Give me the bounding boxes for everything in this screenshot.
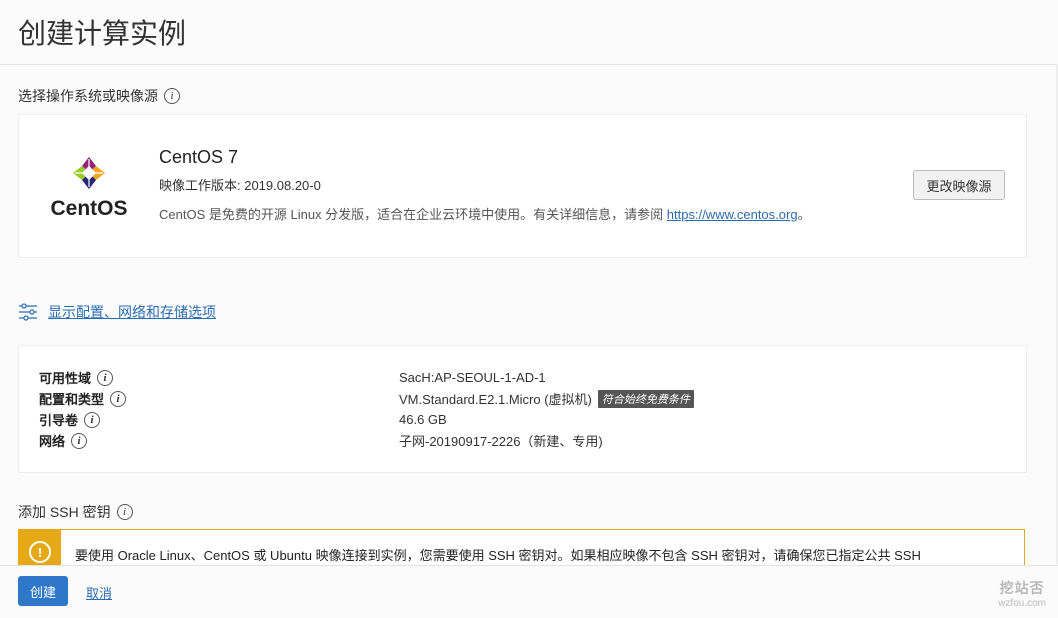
centos-website-link[interactable]: https://www.centos.org — [667, 207, 798, 222]
os-name: CentOS 7 — [159, 147, 239, 167]
image-section-label-text: 选择操作系统或映像源 — [18, 88, 158, 104]
summary-row-shape: 配置和类型 i VM.Standard.E2.1.Micro (虚拟机) 符合始终免… — [39, 389, 1019, 408]
ssh-section-label-text: 添加 SSH 密钥 — [18, 504, 111, 520]
info-icon[interactable]: i — [97, 369, 114, 386]
create-button[interactable]: 创建 — [18, 576, 68, 606]
watermark-main: 挖站否 — [999, 580, 1045, 596]
shape-key: 配置和类型 i — [39, 389, 127, 408]
centos-logo-text: CentOS — [50, 197, 127, 219]
ssh-section-label: 添加 SSH 密钥 i — [18, 502, 133, 522]
summary-row-availability-domain: 可用性域 i SacH:AP-SEOUL-1-AD-1 — [39, 368, 1019, 387]
cancel-link[interactable]: 取消 — [86, 583, 112, 602]
watermark: 挖站否 wzfou.com — [998, 578, 1046, 609]
os-description: CentOS 是免费的开源 Linux 分发版，适合在企业云环境中使用。有关详细… — [159, 204, 811, 223]
sliders-icon — [19, 303, 37, 321]
summary-row-network: 网络 i 子网-20190917-2226（新建、专用) — [39, 431, 1019, 450]
os-description-suffix: 。 — [797, 207, 811, 222]
show-advanced-options-text[interactable]: 显示配置、网络和存储选项 — [48, 302, 216, 322]
boot-volume-value: 46.6 GB — [399, 412, 447, 427]
availability-domain-key: 可用性域 i — [39, 368, 114, 387]
os-image-card: CentOS CentOS 7 映像工作版本: 2019.08.20-0 Cen… — [18, 114, 1027, 258]
watermark-sub: wzfou.com — [998, 598, 1046, 609]
network-value: 子网-20190917-2226（新建、专用) — [399, 434, 603, 449]
info-icon[interactable]: i — [110, 390, 127, 407]
os-description-text: CentOS 是免费的开源 Linux 分发版，适合在企业云环境中使用。有关详细… — [159, 207, 667, 222]
show-advanced-options-link[interactable]: 显示配置、网络和存储选项 — [18, 302, 216, 322]
always-free-badge: 符合始终免费条件 — [597, 389, 694, 408]
info-icon[interactable]: i — [71, 432, 88, 449]
summary-row-boot-volume: 引导卷 i 46.6 GB — [39, 410, 1019, 429]
ssh-warning-text: 要使用 Oracle Linux、CentOS 或 Ubuntu 映像连接到实例… — [75, 548, 921, 563]
change-image-button[interactable]: 更改映像源 — [913, 170, 1005, 200]
info-icon[interactable]: i — [84, 411, 101, 428]
availability-domain-value: SacH:AP-SEOUL-1-AD-1 — [399, 370, 546, 385]
centos-logo-icon: CentOS — [50, 157, 128, 220]
page-title: 创建计算实例 — [18, 18, 187, 49]
image-section-label: 选择操作系统或映像源 i — [18, 86, 180, 106]
centos-logo: CentOS — [45, 155, 137, 220]
os-version: 映像工作版本: 2019.08.20-0 — [159, 178, 321, 193]
info-icon[interactable]: i — [164, 88, 180, 104]
info-icon[interactable]: i — [116, 504, 133, 520]
network-key: 网络 i — [39, 431, 88, 450]
warning-icon: ! — [29, 541, 51, 563]
instance-summary-card: 可用性域 i SacH:AP-SEOUL-1-AD-1 配置和类型 i VM.Sta… — [18, 345, 1027, 473]
title-divider — [0, 64, 1058, 65]
footer-bar: 创建 取消 挖站否 wzfou.com — [0, 565, 1058, 618]
boot-volume-key: 引导卷 i — [39, 410, 101, 429]
shape-value: VM.Standard.E2.1.Micro (虚拟机) 符合始终免费条件 — [399, 389, 694, 408]
